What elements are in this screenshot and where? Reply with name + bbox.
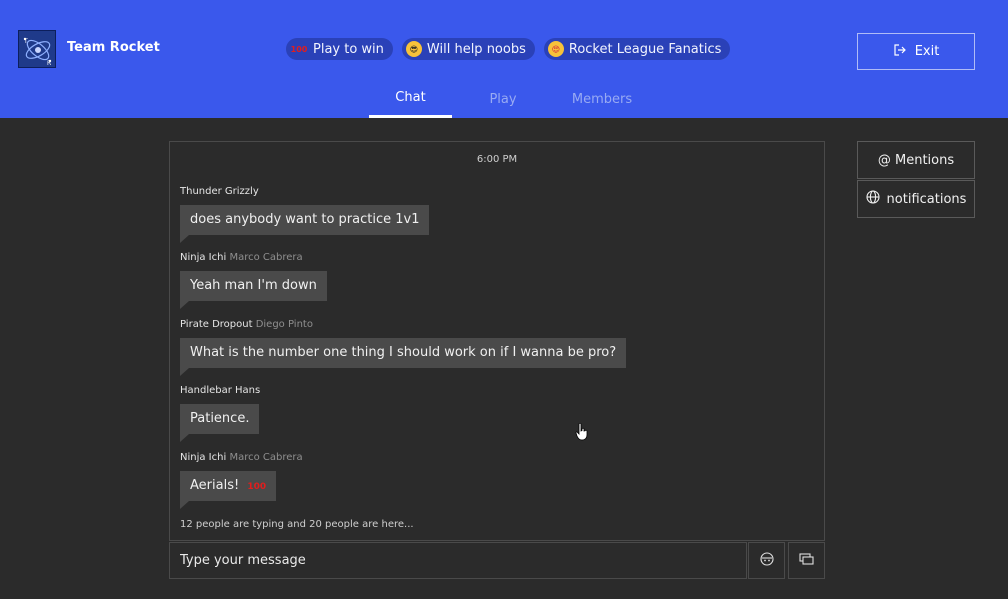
message-author: Handlebar Hans [180,385,260,399]
exit-label: Exit [914,44,940,59]
chat-message: Ninja Ichi Marco Cabrera Aerials! 100 [180,452,303,509]
message-author: Ninja Ichi Marco Cabrera [180,252,327,266]
gamertag[interactable]: Ninja Ichi [180,252,226,263]
message-composer [169,542,747,579]
message-bubble: Aerials! 100 [180,471,277,509]
logo-letter-t: T [23,38,28,45]
globe-icon [865,190,880,208]
tab-members[interactable]: Members [554,80,650,118]
tab-chat[interactable]: Chat [369,80,452,118]
message-input[interactable] [170,543,746,578]
hundred-points-icon: 100 [290,44,308,54]
real-name: Diego Pinto [255,319,313,330]
chat-message: Ninja Ichi Marco Cabrera Yeah man I'm do… [180,252,327,309]
club-tags: 100 Play to win 😎 Will help noobs 😍 Rock… [286,38,731,60]
tag-play-to-win[interactable]: 100 Play to win [286,38,393,60]
send-icon [799,551,814,570]
message-bubble: What is the number one thing I should wo… [180,338,627,376]
hand-cursor-icon [575,422,589,445]
tag-rocket-league-fanatics[interactable]: 😍 Rocket League Fanatics [543,38,731,60]
emoji-button[interactable] [748,542,785,579]
club-logo: T R [18,30,56,68]
exit-button[interactable]: Exit [857,33,975,70]
mentions-label: @ Mentions [877,152,955,168]
mentions-button[interactable]: @ Mentions [857,141,975,179]
tag-will-help-noobs[interactable]: 😎 Will help noobs [401,38,535,60]
tag-label: Will help noobs [426,41,526,57]
typing-status: 12 people are typing and 20 people are h… [180,519,414,530]
message-author: Ninja Ichi Marco Cabrera [180,452,303,466]
hundred-points-icon: 100 [247,482,267,492]
notifications-button[interactable]: notifications [857,180,975,218]
chat-message: Thunder Grizzly does anybody want to pra… [180,186,430,243]
tab-bar: Chat Play Members [369,80,650,118]
logo-letter-r: R [47,60,51,67]
gamertag[interactable]: Handlebar Hans [180,385,260,396]
message-author: Pirate Dropout Diego Pinto [180,319,626,333]
gamertag[interactable]: Pirate Dropout [180,319,253,330]
club-name: Team Rocket [67,40,160,55]
real-name: Marco Cabrera [229,452,303,463]
send-button[interactable] [788,542,825,579]
message-text: Aerials! [190,478,240,493]
real-name: Marco Cabrera [229,252,303,263]
gamertag[interactable]: Ninja Ichi [180,452,226,463]
gamertag[interactable]: Thunder Grizzly [180,186,259,197]
chat-message: Pirate Dropout Diego Pinto What is the n… [180,319,627,376]
exit-icon [893,43,907,61]
message-bubble: Yeah man I'm down [180,271,327,309]
header: T R Team Rocket 100 Play to win 😎 Will h… [0,0,1008,118]
message-bubble: Patience. [180,404,260,442]
tag-label: Rocket League Fanatics [568,41,722,57]
chat-timestamp: 6:00 PM [476,154,518,165]
notifications-label: notifications [886,191,967,207]
tag-label: Play to win [313,41,384,57]
sunglasses-face-icon: 😎 [405,41,422,57]
message-author: Thunder Grizzly [180,186,429,200]
message-bubble: does anybody want to practice 1v1 [180,205,430,243]
heart-eyes-face-icon: 😍 [547,41,564,57]
emoji-icon [759,551,774,570]
chat-panel[interactable]: 6:00 PM Thunder Grizzly does anybody wan… [169,141,825,541]
tab-play[interactable]: Play [452,80,554,118]
chat-message: Handlebar Hans Patience. [180,385,260,442]
